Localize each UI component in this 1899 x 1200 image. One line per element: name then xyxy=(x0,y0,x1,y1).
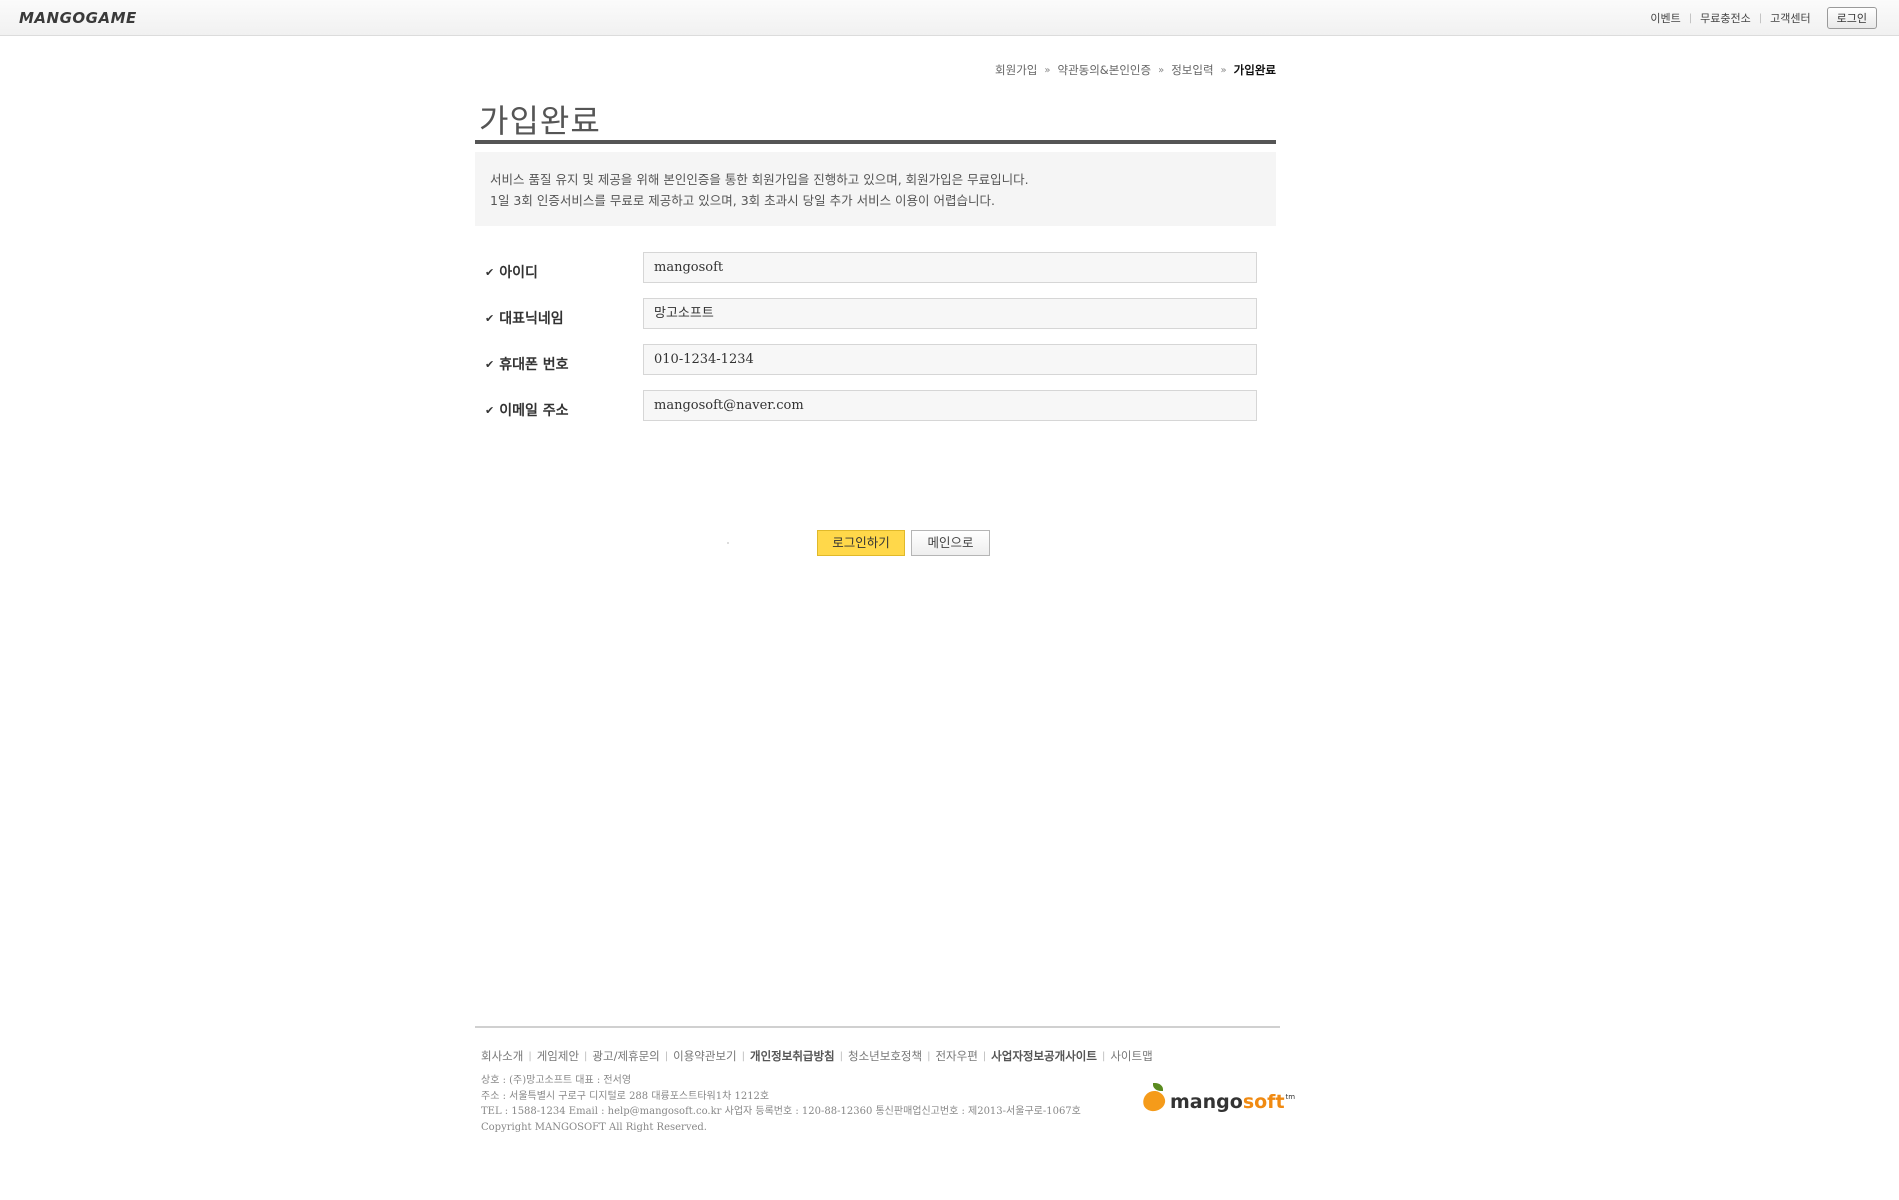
footer-divider xyxy=(475,1026,1280,1028)
breadcrumb: 회원가입 » 약관동의&본인인증 » 정보입력 » 가입완료 xyxy=(995,62,1276,78)
footer-separator: | xyxy=(584,1050,588,1062)
footer-separator: | xyxy=(927,1050,931,1062)
notice-line-1: 서비스 품질 유지 및 제공을 위해 본인인증을 통한 회원가입을 진행하고 있… xyxy=(490,172,1029,187)
nickname-field: 망고소프트 xyxy=(643,298,1257,329)
notice-line-2: 1일 3회 인증서비스를 무료로 제공하고 있으며, 3회 초과시 당일 추가 … xyxy=(490,193,995,208)
footer-link-privacy[interactable]: 개인정보취급방침 xyxy=(750,1048,835,1064)
check-icon: ✔ xyxy=(485,265,495,279)
footer-link-terms[interactable]: 이용약관보기 xyxy=(673,1048,736,1064)
check-icon: ✔ xyxy=(485,311,495,325)
nickname-label: ✔ 대표닉네임 xyxy=(485,308,564,328)
nav-free-charge-link[interactable]: 무료충전소 xyxy=(1692,10,1759,26)
nav-event-link[interactable]: 이벤트 xyxy=(1642,10,1688,26)
id-label-text: 아이디 xyxy=(499,265,538,281)
footer-separator: | xyxy=(664,1050,669,1062)
phone-label: ✔ 휴대폰 번호 xyxy=(485,354,569,374)
email-label: ✔ 이메일 주소 xyxy=(485,400,569,420)
check-icon: ✔ xyxy=(485,403,495,417)
footer-separator: | xyxy=(528,1050,532,1062)
footer-link-company[interactable]: 회사소개 xyxy=(481,1048,523,1064)
page-title: 가입완료 xyxy=(479,102,601,140)
footer-separator: | xyxy=(839,1050,844,1062)
footer-separator: | xyxy=(1101,1050,1106,1062)
mangosoft-wordmark: mangosoft xyxy=(1170,1091,1285,1113)
mangosoft-logo: mangosoft tm xyxy=(1140,1083,1296,1114)
footer-link-youth-policy[interactable]: 청소년보호정책 xyxy=(848,1048,922,1064)
breadcrumb-step-current: 가입완료 xyxy=(1233,63,1276,77)
mango-icon xyxy=(1140,1083,1168,1114)
site-logo[interactable]: MANGOGAME xyxy=(19,9,137,27)
go-login-button[interactable]: 로그인하기 xyxy=(817,530,905,556)
top-bar: MANGOGAME 이벤트 | 무료충전소 | 고객센터 로그인 xyxy=(0,0,1899,36)
phone-label-text: 휴대폰 번호 xyxy=(499,357,569,373)
login-button[interactable]: 로그인 xyxy=(1826,7,1877,29)
email-field: mangosoft@naver.com xyxy=(643,390,1257,421)
email-label-text: 이메일 주소 xyxy=(499,403,569,419)
top-nav: 이벤트 | 무료충전소 | 고객센터 로그인 xyxy=(1642,7,1877,29)
nickname-label-text: 대표닉네임 xyxy=(499,311,564,327)
decorative-dot xyxy=(727,542,729,544)
footer-links: 회사소개 | 게임제안 | 광고/제휴문의 | 이용약관보기 | 개인정보취급방… xyxy=(481,1048,1153,1064)
action-buttons: 로그인하기 메인으로 xyxy=(475,530,1276,560)
go-main-button[interactable]: 메인으로 xyxy=(911,530,990,556)
footer-link-sitemap[interactable]: 사이트맵 xyxy=(1110,1048,1152,1064)
notice-box: 서비스 품질 유지 및 제공을 위해 본인인증을 통한 회원가입을 진행하고 있… xyxy=(475,152,1276,226)
signup-info-form: ✔ 아이디 mangosoft ✔ 대표닉네임 망고소프트 ✔ 휴대폰 번호 0… xyxy=(475,252,1276,436)
form-row-nickname: ✔ 대표닉네임 망고소프트 xyxy=(475,298,1276,344)
footer-info-contact: TEL : 1588-1234 Email : help@mangosoft.c… xyxy=(481,1106,1081,1117)
footer-separator: | xyxy=(741,1050,745,1062)
title-divider xyxy=(475,140,1276,144)
footer-link-game-proposal[interactable]: 게임제안 xyxy=(537,1048,579,1064)
footer-info-address: 주소 : 서울특별시 구로구 디지털로 288 대륭포스트타워1차 1212호 xyxy=(481,1090,770,1102)
breadcrumb-arrow-icon: » xyxy=(1158,64,1165,76)
footer-company-info: 상호 : (주)망고소프트 대표 : 전서영 주소 : 서울특별시 구로구 디지… xyxy=(481,1073,1081,1135)
footer-info-company: 상호 : (주)망고소프트 대표 : 전서영 xyxy=(481,1075,632,1086)
footer-separator: | xyxy=(982,1050,987,1062)
form-row-id: ✔ 아이디 mangosoft xyxy=(475,252,1276,298)
breadcrumb-step-signup: 회원가입 xyxy=(995,63,1038,77)
footer-link-email[interactable]: 전자우편 xyxy=(935,1048,977,1064)
id-field: mangosoft xyxy=(643,252,1257,283)
id-label: ✔ 아이디 xyxy=(485,262,538,282)
form-row-email: ✔ 이메일 주소 mangosoft@naver.com xyxy=(475,390,1276,436)
breadcrumb-step-agreement: 약관동의&본인인증 xyxy=(1057,63,1152,77)
nav-customer-center-link[interactable]: 고객센터 xyxy=(1762,10,1818,26)
footer-link-business-info[interactable]: 사업자정보공개사이트 xyxy=(991,1048,1097,1064)
footer-link-ads[interactable]: 광고/제휴문의 xyxy=(592,1048,659,1064)
breadcrumb-step-info: 정보입력 xyxy=(1171,63,1214,77)
breadcrumb-arrow-icon: » xyxy=(1220,64,1227,76)
breadcrumb-arrow-icon: » xyxy=(1044,64,1051,76)
footer-copyright: Copyright MANGOSOFT All Right Reserved. xyxy=(481,1121,707,1133)
form-row-phone: ✔ 휴대폰 번호 010-1234-1234 xyxy=(475,344,1276,390)
trademark-mark: tm xyxy=(1285,1093,1296,1101)
phone-field: 010-1234-1234 xyxy=(643,344,1257,375)
check-icon: ✔ xyxy=(485,357,495,371)
